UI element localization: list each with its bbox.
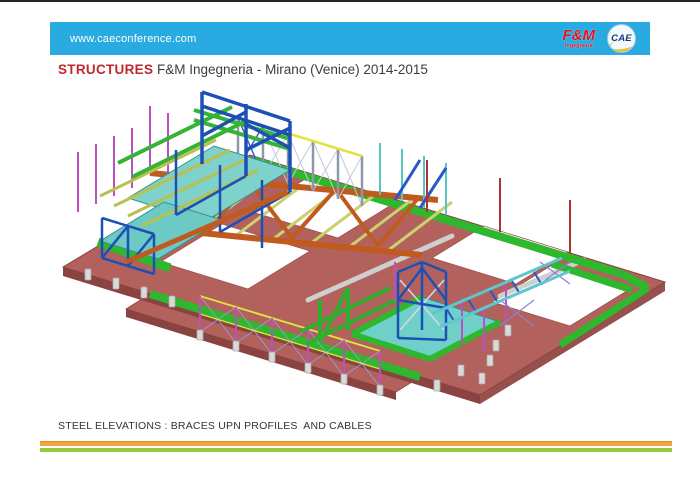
slide: www.caeconference.com F&M Ingegneria CAE… [0,0,700,494]
slide-caption: STEEL ELEVATIONS : BRACES UPN PROFILES A… [58,420,372,432]
footer-stripe-orange [40,441,672,446]
footer-stripe-green [40,448,672,452]
